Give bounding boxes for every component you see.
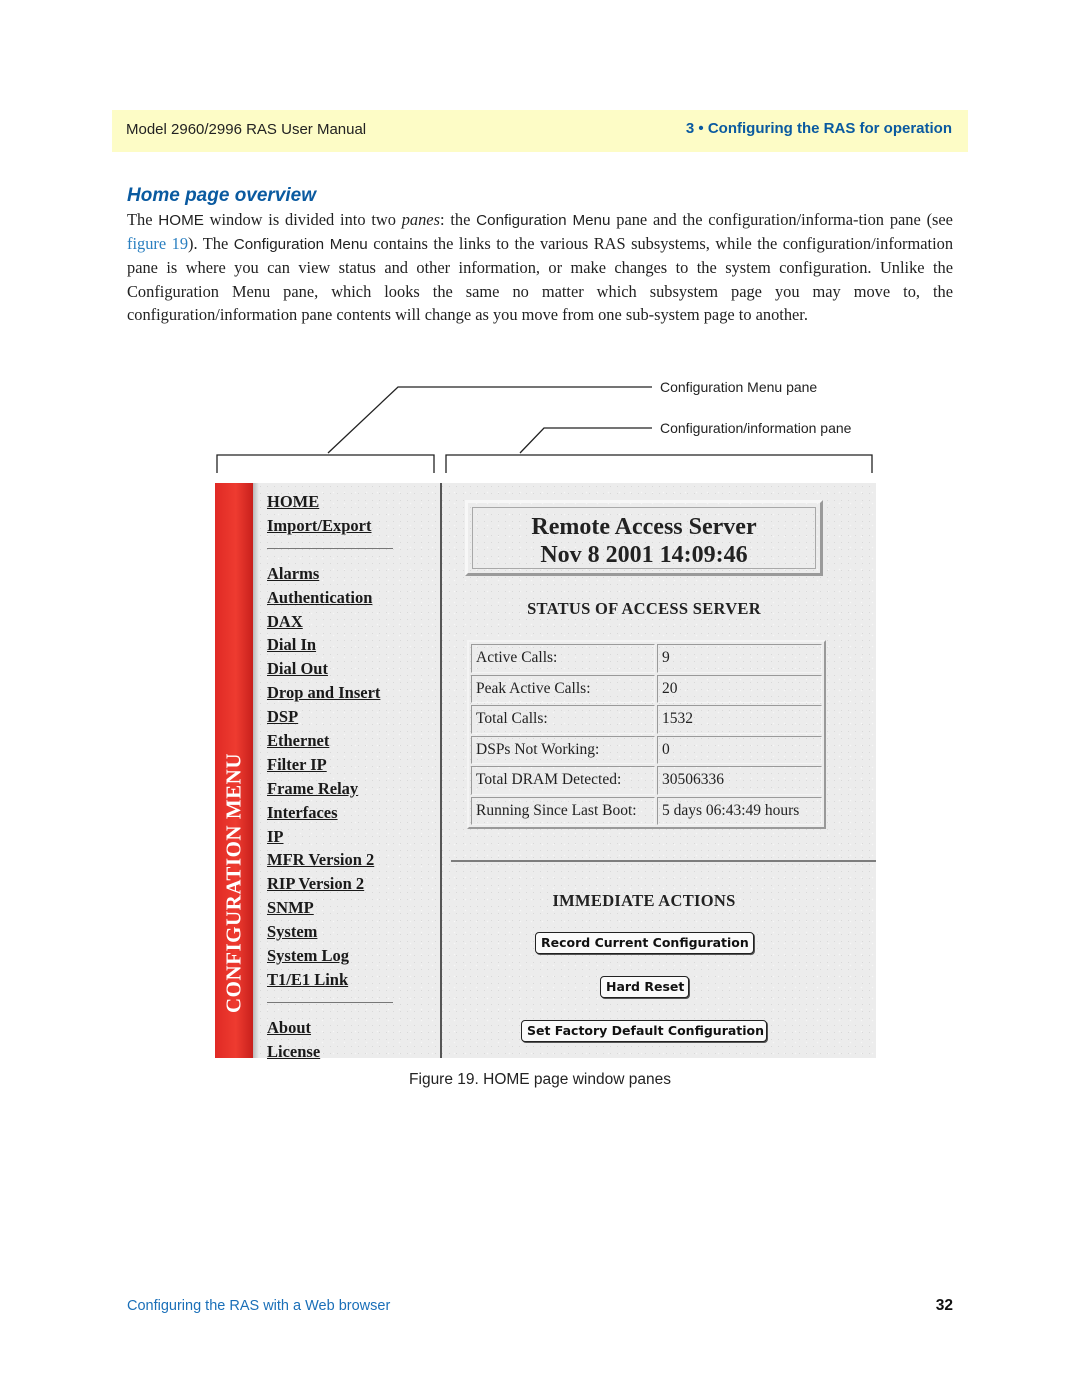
info-pane-bracket <box>445 454 873 473</box>
menu-link-frame-relay[interactable]: Frame Relay <box>267 778 437 802</box>
status-label: DSPs Not Working: <box>471 735 655 764</box>
menu-link-system[interactable]: System <box>267 921 437 945</box>
factory-default-button[interactable]: Set Factory Default Configuration <box>521 1020 767 1042</box>
callout-leader-lines <box>216 386 873 473</box>
menu-link-interfaces[interactable]: Interfaces <box>267 802 437 826</box>
table-row: Peak Active Calls: 20 <box>471 674 822 703</box>
server-name: Remote Access Server <box>531 514 757 540</box>
server-title-box: Remote Access Server Nov 8 2001 14:09:46 <box>465 500 823 576</box>
menu-link-alarms[interactable]: Alarms <box>267 563 437 587</box>
footer-section-link[interactable]: Configuring the RAS with a Web browser <box>127 1298 390 1314</box>
menu-link-dax[interactable]: DAX <box>267 611 437 635</box>
status-value: 20 <box>657 674 822 703</box>
table-row: Running Since Last Boot: 5 days 06:43:49 … <box>471 796 822 825</box>
menu-link-rip-version-2[interactable]: RIP Version 2 <box>267 873 437 897</box>
title-box-inner: Remote Access Server Nov 8 2001 14:09:46 <box>472 507 816 569</box>
status-value: 1532 <box>657 705 822 734</box>
table-row: DSPs Not Working: 0 <box>471 735 822 764</box>
menu-link-dial-in[interactable]: Dial In <box>267 634 437 658</box>
table-row: Active Calls: 9 <box>471 644 822 673</box>
menu-link-filter-ip[interactable]: Filter IP <box>267 754 437 778</box>
configuration-menu: HOME Import/Export Alarms Authentication… <box>267 491 437 1065</box>
menu-link-dsp[interactable]: DSP <box>267 706 437 730</box>
status-value: 9 <box>657 644 822 673</box>
menu-pane-leader <box>327 386 652 454</box>
menu-divider <box>267 547 393 549</box>
status-value: 30506336 <box>657 766 822 795</box>
table-row: Total Calls: 1532 <box>471 705 822 734</box>
info-pane-callout: Configuration/information pane <box>660 420 852 436</box>
menu-divider <box>267 1001 393 1003</box>
menu-link-ethernet[interactable]: Ethernet <box>267 730 437 754</box>
status-label: Running Since Last Boot: <box>471 796 655 825</box>
menu-link-authentication[interactable]: Authentication <box>267 587 437 611</box>
status-label: Active Calls: <box>471 644 655 673</box>
menu-link-drop-and-insert[interactable]: Drop and Insert <box>267 682 437 706</box>
status-label: Total DRAM Detected: <box>471 766 655 795</box>
pane-divider <box>440 483 442 1058</box>
configuration-menu-banner: CONFIGURATION MENU <box>215 483 253 1058</box>
figure-caption: Figure 19. HOME page window panes <box>409 1071 671 1088</box>
page-number: 32 <box>935 1297 953 1314</box>
menu-link-dial-out[interactable]: Dial Out <box>267 658 437 682</box>
menu-link-home[interactable]: HOME <box>267 491 437 515</box>
hard-reset-button[interactable]: Hard Reset <box>600 976 689 998</box>
menu-link-about[interactable]: About <box>267 1017 437 1041</box>
menu-pane-callout: Configuration Menu pane <box>660 379 818 395</box>
actions-heading: IMMEDIATE ACTIONS <box>552 891 736 910</box>
status-label: Peak Active Calls: <box>471 674 655 703</box>
status-heading: STATUS OF ACCESS SERVER <box>527 599 761 618</box>
menu-link-license[interactable]: License <box>267 1041 437 1065</box>
banner-shadow <box>253 483 259 1058</box>
home-page-screenshot: CONFIGURATION MENU HOME Import/Export Al… <box>215 483 876 1061</box>
info-pane-leader <box>519 427 652 454</box>
menu-pane-bracket <box>216 454 435 473</box>
status-value: 0 <box>657 735 822 764</box>
banner-label: CONFIGURATION MENU <box>221 752 246 1014</box>
menu-link-ip[interactable]: IP <box>267 826 437 850</box>
section-divider <box>451 860 876 862</box>
status-value: 5 days 06:43:49 hours <box>657 796 822 825</box>
server-datetime: Nov 8 2001 14:09:46 <box>540 542 748 568</box>
menu-link-system-log[interactable]: System Log <box>267 945 437 969</box>
menu-link-import-export[interactable]: Import/Export <box>267 515 437 539</box>
status-table: Active Calls: 9 Peak Active Calls: 20 Tota… <box>467 640 826 829</box>
menu-link-mfr-version-2[interactable]: MFR Version 2 <box>267 849 437 873</box>
status-label: Total Calls: <box>471 705 655 734</box>
menu-link-snmp[interactable]: SNMP <box>267 897 437 921</box>
table-row: Total DRAM Detected: 30506336 <box>471 766 822 795</box>
menu-link-t1-e1-link[interactable]: T1/E1 Link <box>267 969 437 993</box>
record-config-button[interactable]: Record Current Configuration <box>535 932 754 954</box>
